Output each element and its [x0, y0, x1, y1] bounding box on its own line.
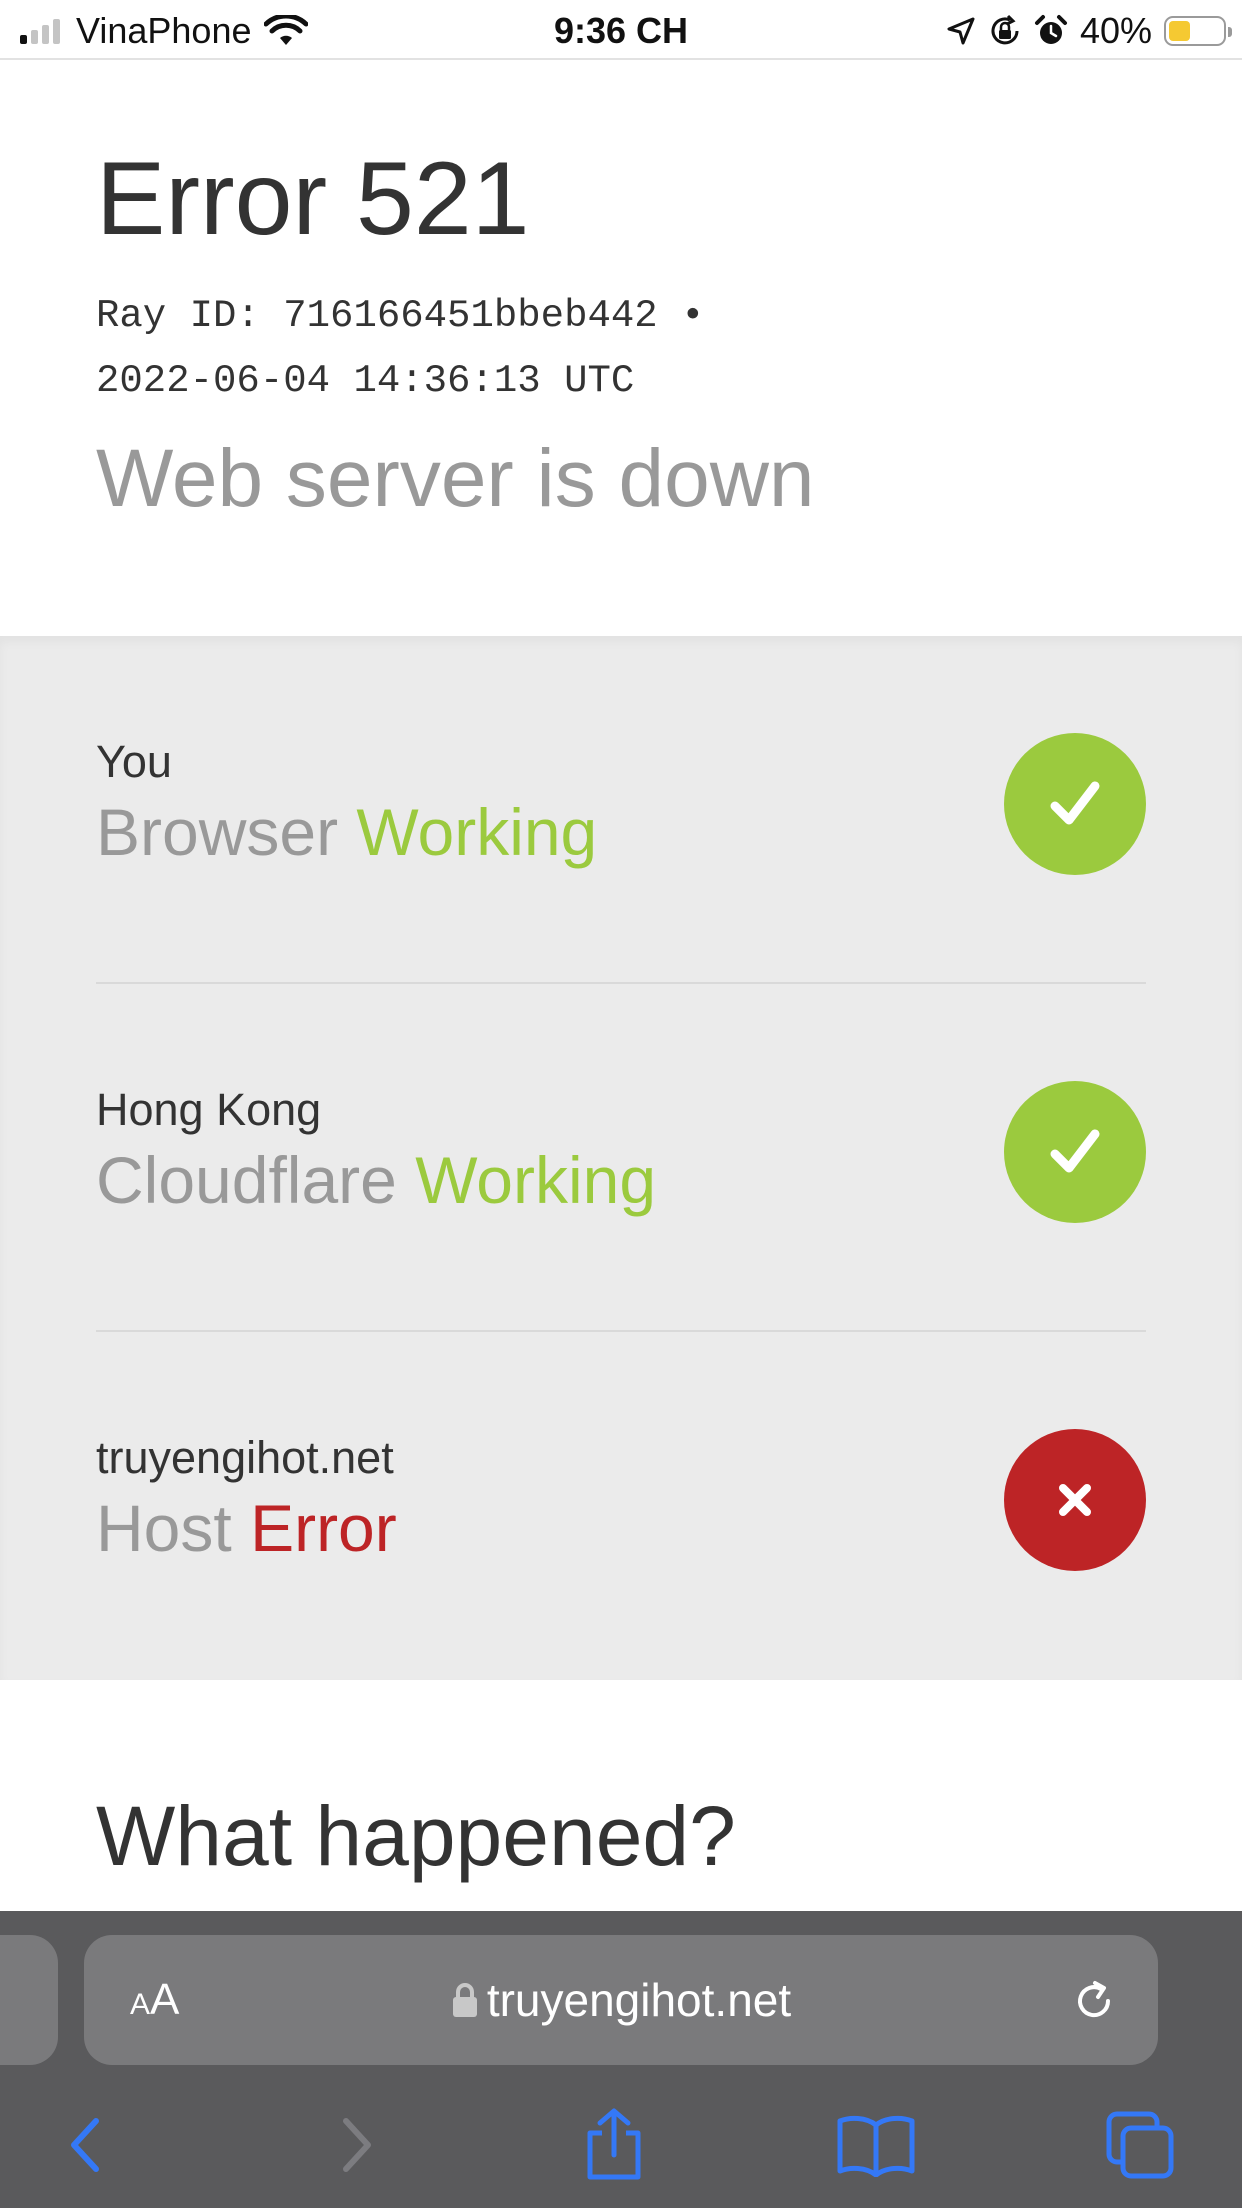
browser-toolbar	[0, 2081, 1242, 2208]
error-header: Error 521 Ray ID: 716166451bbeb442 • 202…	[0, 62, 1242, 636]
row-location: You	[96, 736, 172, 787]
lock-icon	[452, 1983, 477, 2017]
row-main: Host Error	[96, 1490, 397, 1566]
ray-id-line: Ray ID: 716166451bbeb442 •	[96, 294, 705, 338]
error-title: Error 521	[96, 141, 530, 257]
error-x-icon	[1004, 1429, 1146, 1571]
address-bar[interactable]: AA truyengihot.net	[84, 1935, 1158, 2065]
bookmarks-icon[interactable]	[836, 2105, 916, 2185]
orientation-lock-icon	[991, 14, 1019, 45]
check-icon	[1004, 1081, 1146, 1223]
status-bar: VinaPhone 9:36 CH 40%	[0, 0, 1242, 60]
url-text: truyengihot.net	[486, 1974, 792, 2026]
back-icon[interactable]	[46, 2105, 126, 2185]
check-icon	[1004, 733, 1146, 875]
row-main: Browser Working	[96, 794, 597, 870]
status-right: 40%	[946, 8, 1232, 54]
status-section: You Browser Working Hong Kong Cloudflare…	[0, 636, 1242, 1680]
share-icon[interactable]	[574, 2105, 654, 2185]
row-label: Host	[96, 1491, 232, 1565]
row-location: truyengihot.net	[96, 1432, 394, 1483]
row-location: Hong Kong	[96, 1084, 322, 1135]
battery-icon	[1164, 16, 1232, 46]
error-subtitle: Web server is down	[96, 433, 815, 524]
what-happened-title: What happened?	[96, 1789, 736, 1883]
forward-icon[interactable]	[316, 2105, 396, 2185]
reload-icon[interactable]	[1068, 1975, 1120, 2027]
status-row-host: truyengihot.net Host Error	[96, 1332, 1146, 1680]
browser-bottom-bar: AA truyengihot.net	[0, 1911, 1242, 2208]
previous-tab-preview[interactable]	[0, 1935, 58, 2065]
status-row-browser: You Browser Working	[96, 636, 1146, 984]
tabs-icon[interactable]	[1100, 2105, 1180, 2185]
battery-fill	[1169, 21, 1190, 41]
location-icon	[947, 17, 975, 45]
url-display[interactable]: truyengihot.net	[84, 1973, 1158, 2027]
page-root: VinaPhone 9:36 CH 40% Error 521 Ray ID: …	[0, 0, 1242, 2208]
row-label: Browser	[96, 795, 339, 869]
timestamp-line: 2022-06-04 14:36:13 UTC	[96, 359, 635, 403]
battery-percent: 40%	[1079, 10, 1152, 51]
what-happened-section: What happened?	[0, 1680, 1242, 1910]
alarm-icon	[1034, 15, 1067, 44]
row-state: Error	[250, 1491, 397, 1565]
row-state: Working	[415, 1143, 657, 1217]
row-state: Working	[356, 795, 598, 869]
row-main: Cloudflare Working	[96, 1142, 656, 1218]
status-row-cloudflare: Hong Kong Cloudflare Working	[96, 984, 1146, 1332]
row-label: Cloudflare	[96, 1143, 397, 1217]
